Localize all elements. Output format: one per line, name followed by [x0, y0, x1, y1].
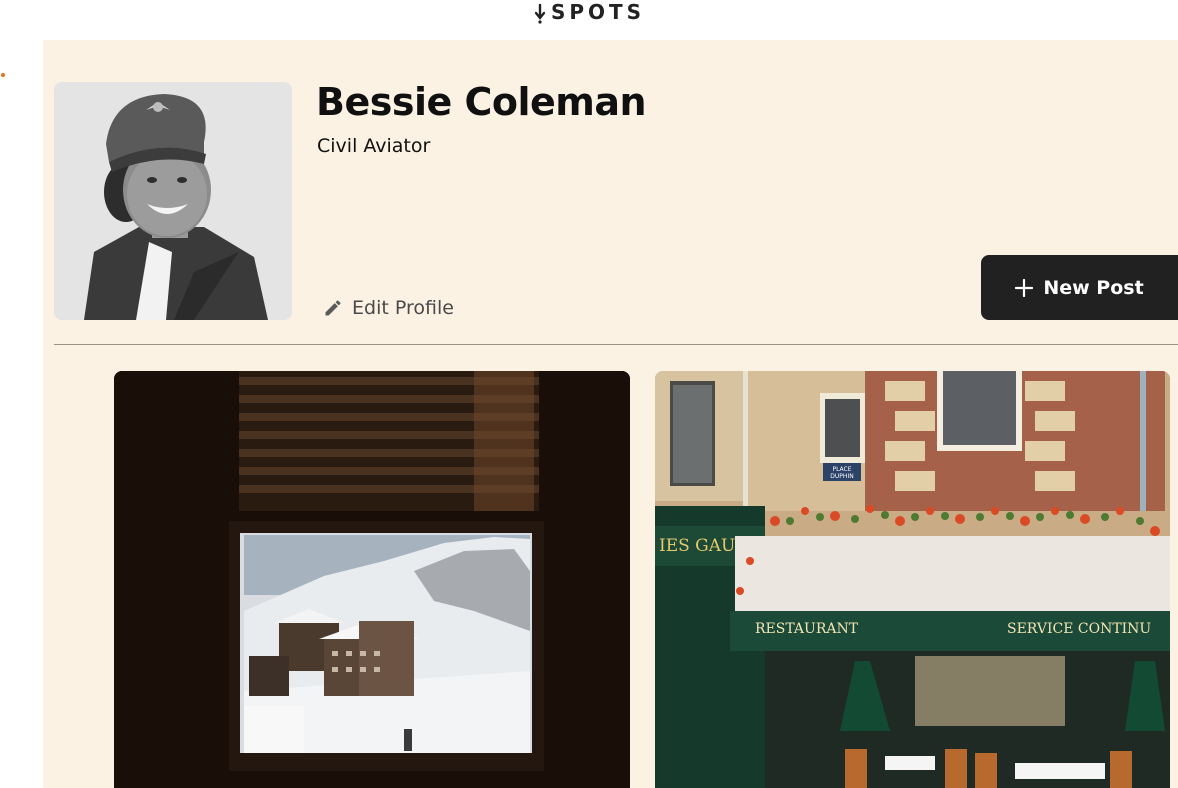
- avatar-photo: [54, 82, 292, 320]
- app-header: SPOTS: [0, 0, 1178, 28]
- post-image-restaurant: PLACE DUPHIN IES GAUBERT RESTAURANT SERV…: [655, 371, 1170, 788]
- profile-page: Bessie Coleman Civil Aviator Edit Profil…: [43, 40, 1178, 788]
- avatar: [54, 82, 292, 320]
- new-post-button[interactable]: New Post: [981, 255, 1178, 320]
- edit-profile-button[interactable]: Edit Profile: [323, 294, 454, 322]
- accent-dot: [1, 73, 5, 77]
- plaque-top: PLACE: [832, 466, 851, 473]
- awning-right-text: SERVICE CONTINU: [1007, 621, 1151, 637]
- plaque-bottom: DUPHIN: [830, 473, 853, 480]
- profile-description: Civil Aviator: [317, 135, 431, 157]
- section-divider: [54, 344, 1178, 345]
- post-card-image[interactable]: PLACE DUPHIN IES GAUBERT RESTAURANT SERV…: [655, 371, 1170, 788]
- app-logo-text[interactable]: SPOTS: [551, 0, 645, 24]
- post-image-window-view: [114, 371, 630, 788]
- awning-left-text: RESTAURANT: [755, 621, 859, 637]
- edit-profile-label: Edit Profile: [352, 297, 454, 319]
- profile-name: Bessie Coleman: [316, 80, 647, 124]
- plus-icon: [1015, 278, 1034, 297]
- new-post-label: New Post: [1043, 276, 1144, 299]
- logo-icon: [534, 3, 546, 24]
- post-card-image[interactable]: [114, 371, 630, 788]
- pencil-icon: [325, 300, 341, 316]
